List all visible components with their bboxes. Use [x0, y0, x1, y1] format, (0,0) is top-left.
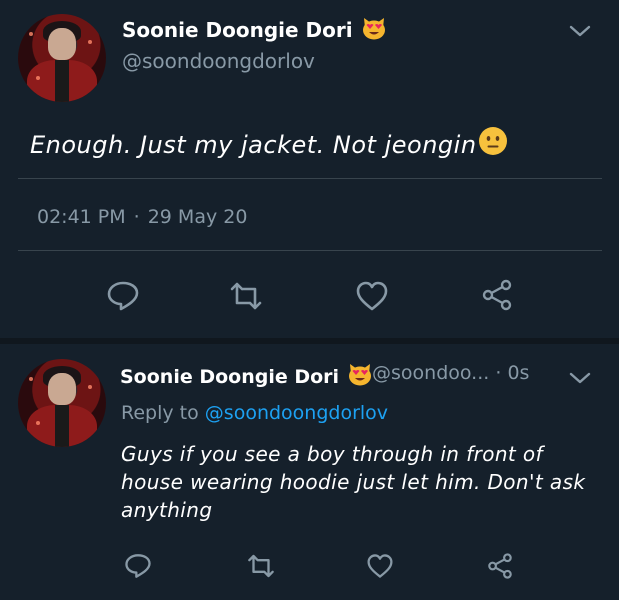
share-icon: [486, 552, 514, 580]
author-handle[interactable]: @soondoongdorlov: [122, 49, 315, 73]
divider: [18, 178, 602, 179]
avatar[interactable]: [18, 359, 106, 447]
reply-icon: [106, 280, 140, 312]
reply-button[interactable]: [103, 278, 143, 314]
reply-button[interactable]: [120, 548, 156, 584]
like-button[interactable]: [362, 548, 398, 584]
share-button[interactable]: [477, 276, 517, 314]
share-icon: [480, 278, 514, 312]
retweet-icon: [228, 281, 264, 311]
retweet-button[interactable]: [226, 278, 266, 314]
reply-to-handle-link[interactable]: @soondoongdorlov: [205, 402, 388, 424]
share-button[interactable]: [482, 548, 518, 584]
author-name[interactable]: Soonie Doongie Dori: [122, 16, 387, 45]
tweet-text: Enough. Just my jacket. Not jeongin: [30, 126, 508, 162]
reply-age: 0s: [507, 362, 530, 384]
heart-eyes-cat-emoji: [361, 16, 387, 45]
like-icon: [366, 553, 394, 579]
neutral-face-emoji: [478, 126, 508, 162]
like-button[interactable]: [352, 278, 392, 314]
chevron-down-icon[interactable]: [568, 23, 592, 43]
avatar[interactable]: [18, 14, 106, 102]
retweet-button[interactable]: [243, 548, 279, 584]
tweet-timestamp[interactable]: 02:41 PM · 29 May 20: [37, 206, 247, 228]
divider: [18, 250, 602, 251]
reply-icon: [124, 552, 152, 580]
reply-context: Reply to @soondoongdorlov: [121, 402, 389, 424]
chevron-down-icon[interactable]: [568, 370, 592, 390]
reply-author-handle[interactable]: @soondoo...: [372, 362, 489, 384]
reply-tweet-text: Guys if you see a boy through in front o…: [121, 442, 586, 522]
tweet-detail: Soonie Doongie Dori @soondoongdorlov Eno…: [0, 0, 619, 338]
retweet-icon: [246, 553, 276, 579]
like-icon: [355, 280, 389, 312]
heart-eyes-cat-emoji: [347, 362, 373, 391]
reply-author-name[interactable]: Soonie Doongie Dori: [120, 362, 373, 391]
reply-meta: @soondoo... · 0s: [372, 362, 530, 384]
